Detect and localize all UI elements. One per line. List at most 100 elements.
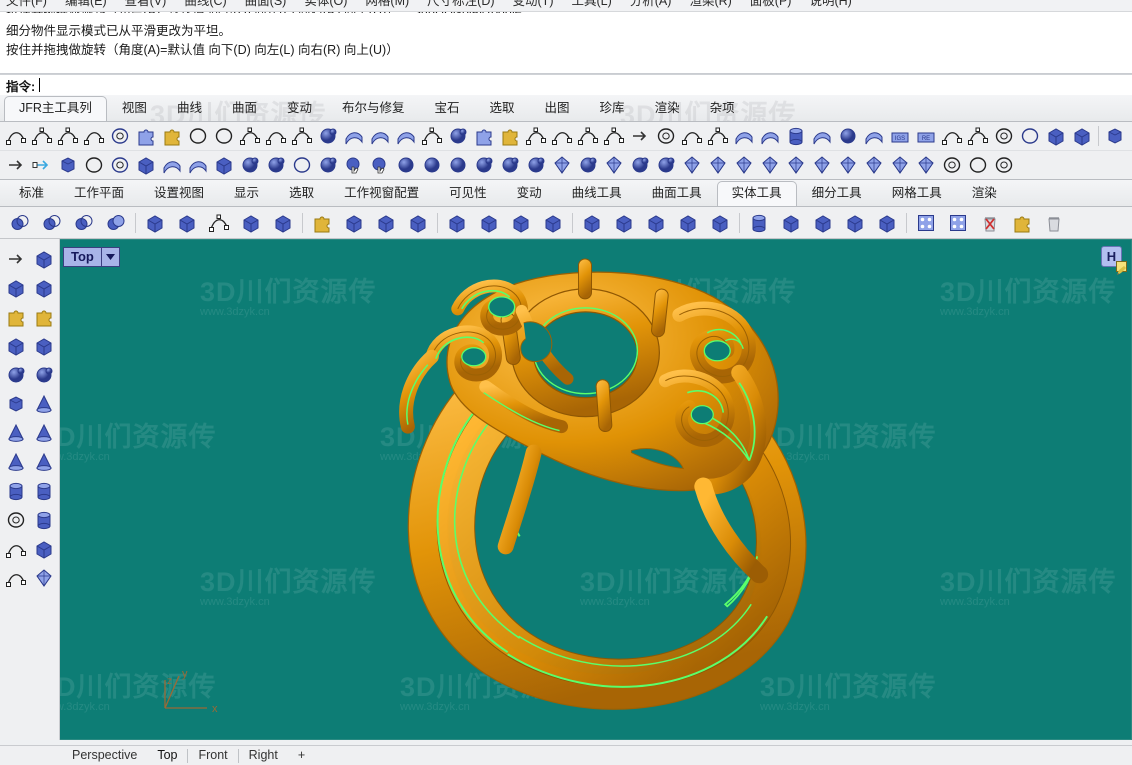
slab-primitive-icon[interactable]	[30, 535, 58, 563]
cylinder-hole-icon[interactable]	[743, 209, 774, 237]
menu-item-2[interactable]: 查看(V)	[125, 0, 167, 7]
secondary-tab-2[interactable]: 设置视图	[139, 181, 219, 206]
polygon-star-icon[interactable]	[159, 124, 184, 149]
box-extrude-2-icon[interactable]	[505, 209, 536, 237]
cube-fold-icon[interactable]	[672, 209, 703, 237]
sphere-points-icon[interactable]	[30, 361, 58, 389]
view-tab-+[interactable]: +	[288, 746, 315, 762]
chamfer-stack-icon[interactable]	[55, 153, 80, 178]
viewport-hud-toggle[interactable]: H	[1101, 246, 1127, 275]
extrude-flat-2-icon[interactable]	[30, 274, 58, 302]
paraboloid-icon[interactable]	[30, 390, 58, 418]
figure-gem-icon[interactable]	[913, 153, 938, 178]
sphere-primitive-icon[interactable]	[2, 361, 30, 389]
slab-curve-icon[interactable]	[2, 564, 30, 592]
tangent-curve-icon[interactable]	[705, 124, 730, 149]
gem-primitive-icon[interactable]	[30, 564, 58, 592]
scale-box-icon[interactable]	[30, 245, 58, 273]
boolean-union-icon[interactable]	[4, 209, 35, 237]
primary-tab-0[interactable]: JFR主工具列	[4, 96, 107, 121]
bead-question-icon[interactable]	[523, 153, 548, 178]
pyramid-primitive-icon[interactable]	[2, 448, 30, 476]
ring-blank-2-icon[interactable]	[965, 153, 990, 178]
view-tab-perspective[interactable]: Perspective	[62, 746, 147, 762]
bead-chain-diag-icon[interactable]	[419, 153, 444, 178]
menu-item-6[interactable]: 网格(M)	[365, 0, 409, 7]
gem-drop-icon[interactable]	[757, 153, 782, 178]
ellipsoid-primitive-icon[interactable]	[2, 390, 30, 418]
primary-tab-1[interactable]: 视图	[107, 96, 162, 121]
truncated-cone-icon[interactable]	[30, 419, 58, 447]
primary-tab-3[interactable]: 曲面	[217, 96, 272, 121]
ring-circle-icon[interactable]	[991, 153, 1016, 178]
view-tab-front[interactable]: Front	[188, 746, 237, 762]
grid-cube-icon[interactable]	[211, 153, 236, 178]
dot-grid-icon[interactable]	[942, 209, 973, 237]
secondary-tab-6[interactable]: 可见性	[434, 181, 502, 206]
viewport-label-dropdown[interactable]: Top	[63, 247, 120, 267]
explode-icon[interactable]	[30, 303, 58, 331]
box-open-icon[interactable]	[139, 209, 170, 237]
gem-down-icon[interactable]	[835, 153, 860, 178]
two-box-icon[interactable]	[1069, 124, 1094, 149]
primary-tab-8[interactable]: 出图	[530, 96, 585, 121]
cube-points-icon[interactable]	[608, 209, 639, 237]
chevron-down-icon[interactable]	[100, 248, 119, 266]
menu-item-8[interactable]: 变动(T)	[513, 0, 554, 7]
menu-item-7[interactable]: 尺寸标注(D)	[427, 0, 494, 7]
extrude-flat-icon[interactable]	[2, 274, 30, 302]
prong-12-icon[interactable]	[887, 153, 912, 178]
fan-shell-icon[interactable]	[1043, 124, 1068, 149]
rotate-sphere-icon[interactable]	[237, 153, 262, 178]
menu-item-4[interactable]: 曲面(S)	[245, 0, 287, 7]
align-right-icon[interactable]	[3, 153, 28, 178]
box-text-icon[interactable]	[775, 209, 806, 237]
bead-array-icon[interactable]	[445, 153, 470, 178]
cylinder-pipe-icon[interactable]	[783, 124, 808, 149]
figure-pose-icon[interactable]: RE	[913, 124, 938, 149]
control-point-curve-icon[interactable]	[3, 124, 28, 149]
box-pipe-icon[interactable]	[807, 209, 838, 237]
menu-item-11[interactable]: 渲染(R)	[689, 0, 731, 7]
sweep-surface-icon[interactable]	[939, 124, 964, 149]
igs-export-icon[interactable]: IGS	[887, 124, 912, 149]
menu-item-3[interactable]: 曲线(C)	[184, 0, 226, 7]
command-prompt[interactable]: 指令:	[0, 74, 1132, 95]
curve-remove-point-icon[interactable]	[575, 124, 600, 149]
ring-nodes-icon[interactable]	[289, 153, 314, 178]
cube-solid-icon[interactable]	[370, 209, 401, 237]
menu-item-13[interactable]: 说明(H)	[809, 0, 851, 7]
arc-blend-icon[interactable]	[679, 124, 704, 149]
crescent-2-icon[interactable]	[1017, 124, 1042, 149]
sphere-grid-icon[interactable]	[835, 124, 860, 149]
secondary-tab-8[interactable]: 曲线工具	[557, 181, 637, 206]
mouse-surface-icon[interactable]	[393, 124, 418, 149]
curve-add-point-icon[interactable]	[549, 124, 574, 149]
palette-sphere-icon[interactable]	[575, 153, 600, 178]
primary-tab-5[interactable]: 布尔与修复	[327, 96, 420, 121]
secondary-tab-7[interactable]: 变动	[502, 181, 557, 206]
secondary-tab-4[interactable]: 选取	[274, 181, 329, 206]
view-tab-top[interactable]: Top	[147, 746, 187, 762]
boolean-difference-icon[interactable]	[36, 209, 67, 237]
primary-tab-2[interactable]: 曲线	[162, 96, 217, 121]
minus-icon[interactable]	[1102, 124, 1127, 149]
gem-cup-icon[interactable]	[731, 153, 756, 178]
secondary-tab-11[interactable]: 细分工具	[797, 181, 877, 206]
cube-rotate-icon[interactable]	[704, 209, 735, 237]
ring-on-plane-icon[interactable]	[107, 153, 132, 178]
two-bead-icon[interactable]	[471, 153, 496, 178]
circle-center-radius-icon[interactable]	[107, 124, 132, 149]
sphere-ghost-icon[interactable]	[263, 153, 288, 178]
bead-line-icon[interactable]	[627, 153, 652, 178]
hand-rotate-icon[interactable]	[341, 153, 366, 178]
secondary-tab-0[interactable]: 标准	[4, 181, 59, 206]
box-points-icon[interactable]	[30, 332, 58, 360]
menu-item-10[interactable]: 分析(A)	[630, 0, 672, 7]
arc-delete-icon[interactable]	[263, 124, 288, 149]
secondary-tab-10[interactable]: 实体工具	[716, 181, 797, 206]
view-tab-right[interactable]: Right	[239, 746, 288, 762]
rectangle-plane-icon[interactable]	[731, 124, 756, 149]
puzzle-piece-icon[interactable]	[1006, 209, 1037, 237]
ellipse-ring-icon[interactable]	[653, 124, 678, 149]
